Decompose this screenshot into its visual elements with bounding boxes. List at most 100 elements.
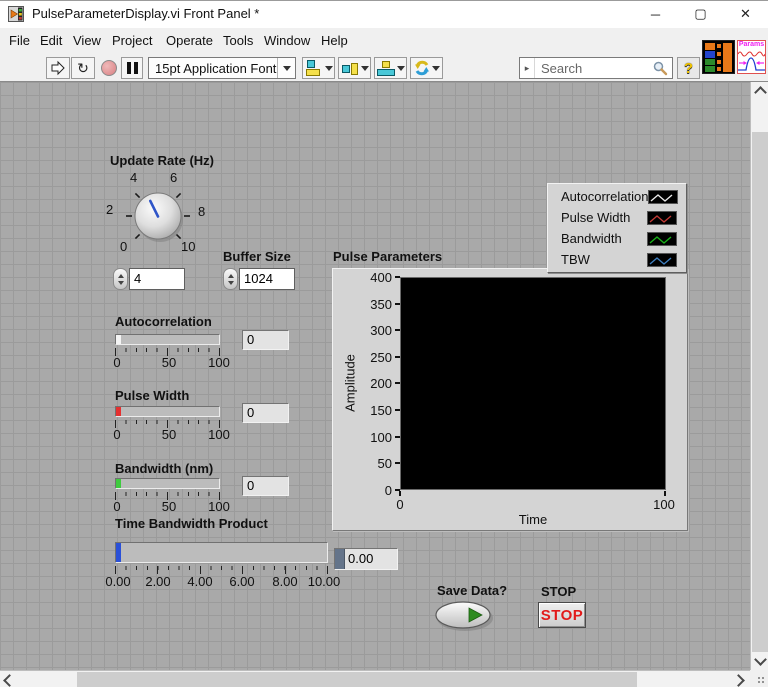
knob-scale-2: 2 — [106, 202, 114, 217]
scale-label: 0.00 — [105, 574, 131, 589]
search-input[interactable]: ▸ Search — [519, 57, 673, 79]
distribute-objects-icon — [341, 60, 359, 76]
legend-label: TBW — [561, 252, 590, 267]
scale-label: 50 — [161, 499, 177, 514]
scale-label: 10.00 — [307, 574, 341, 589]
update-rate-spinner[interactable] — [113, 268, 128, 290]
scroll-right-icon[interactable] — [732, 674, 745, 687]
font-selector-dropdown[interactable] — [277, 58, 295, 78]
scroll-down-icon[interactable] — [754, 653, 767, 666]
help-button[interactable]: ? — [677, 57, 700, 79]
scale-label: 100 — [208, 499, 230, 514]
distribute-objects-button[interactable] — [338, 57, 371, 79]
menu-operate[interactable]: Operate — [166, 28, 213, 54]
legend-sample[interactable] — [648, 189, 679, 204]
x-tick: 100 — [653, 497, 675, 512]
pulse-width-slider[interactable] — [115, 406, 220, 417]
bandwidth-label: Bandwidth (nm) — [115, 461, 214, 476]
decrement-icon[interactable] — [117, 280, 124, 285]
menu-edit[interactable]: Edit — [40, 28, 62, 54]
run-continuously-button[interactable]: ↻ — [71, 57, 95, 79]
y-tick: 0 — [384, 483, 392, 498]
buffer-size-value-field[interactable]: 1024 — [239, 268, 295, 290]
scale-label: 100 — [208, 355, 230, 370]
decrement-icon[interactable] — [227, 280, 234, 285]
buffer-size-spinner[interactable] — [223, 268, 238, 290]
chart-legend: Autocorrelation Pulse Width Bandwidth TB… — [547, 183, 687, 273]
legend-row-pulse-width[interactable]: Pulse Width — [548, 207, 686, 228]
slider-fill — [116, 543, 121, 562]
tbw-indicator: 0.00 — [334, 548, 398, 570]
legend-row-autocorrelation[interactable]: Autocorrelation — [548, 186, 686, 207]
vertical-scrollbar-thumb[interactable] — [752, 132, 768, 652]
scale-label: 0 — [113, 355, 121, 370]
scale-label: 100 — [208, 427, 230, 442]
grip-dots-icon — [757, 676, 765, 684]
scroll-left-icon[interactable] — [3, 674, 16, 687]
save-data-button[interactable] — [430, 596, 498, 636]
tbw-slider[interactable] — [115, 542, 328, 563]
minimize-button[interactable]: ─ — [633, 0, 678, 28]
legend-sample[interactable] — [647, 231, 677, 246]
vertical-scrollbar[interactable] — [750, 82, 768, 670]
slider-fill — [116, 479, 121, 488]
abort-button[interactable] — [98, 57, 120, 79]
x-axis-label: Time — [518, 512, 548, 527]
tbw-indicator-value: 0.00 — [348, 551, 374, 566]
menu-file[interactable]: File — [9, 28, 30, 54]
bandwidth-slider[interactable] — [115, 478, 220, 489]
run-button[interactable] — [46, 57, 70, 79]
menu-window[interactable]: Window — [264, 28, 310, 54]
reorder-button[interactable] — [410, 57, 443, 79]
resize-objects-button[interactable] — [374, 57, 407, 79]
y-tick: 150 — [370, 403, 392, 418]
y-tick: 350 — [370, 297, 392, 312]
horizontal-scrollbar[interactable] — [0, 670, 750, 687]
autocorrelation-label: Autocorrelation — [115, 314, 212, 329]
menu-project[interactable]: Project — [112, 28, 152, 54]
front-panel-grid: Update Rate (Hz) 0 2 4 6 8 10 4 Buffer S… — [0, 82, 750, 670]
maximize-button[interactable]: ▢ — [678, 0, 723, 28]
close-button[interactable]: ✕ — [723, 0, 768, 28]
menu-help[interactable]: Help — [321, 28, 348, 54]
chart-title: Pulse Parameters — [333, 249, 443, 264]
horizontal-scrollbar-thumb[interactable] — [77, 672, 637, 687]
connector-pane-icon[interactable] — [702, 40, 735, 74]
scale-label: 50 — [161, 427, 177, 442]
toolbar: ↻ 15pt Application Font ▸ Search ? — [0, 54, 768, 82]
chevron-down-icon — [282, 65, 291, 71]
vi-icon[interactable]: Params — [737, 40, 766, 74]
increment-icon[interactable] — [117, 273, 124, 278]
legend-sample[interactable] — [647, 210, 677, 225]
scale-label: 50 — [161, 355, 177, 370]
font-selector[interactable]: 15pt Application Font — [148, 57, 296, 79]
search-icon — [653, 61, 668, 76]
vi-icon-label: Params — [738, 41, 765, 48]
slider-fill — [116, 407, 121, 416]
scale-label: 2.00 — [145, 574, 171, 589]
resize-objects-icon — [376, 60, 395, 76]
y-tick: 100 — [370, 430, 392, 445]
buffer-size-label: Buffer Size — [223, 249, 291, 264]
increment-icon[interactable] — [227, 273, 234, 278]
update-rate-value-field[interactable]: 4 — [129, 268, 185, 290]
font-selector-value: 15pt Application Font — [155, 60, 277, 76]
legend-sample[interactable] — [647, 252, 677, 267]
search-scope-icon[interactable]: ▸ — [520, 58, 535, 78]
autocorrelation-indicator: 0 — [242, 330, 289, 350]
resize-grip[interactable] — [750, 670, 768, 687]
tbw-label: Time Bandwidth Product — [115, 516, 268, 531]
stop-button[interactable]: STOP — [538, 602, 586, 628]
menu-tools[interactable]: Tools — [223, 28, 253, 54]
pause-button[interactable] — [121, 57, 143, 79]
update-rate-knob[interactable] — [120, 178, 196, 254]
legend-row-tbw[interactable]: TBW — [548, 249, 686, 270]
knob-scale-8: 8 — [198, 204, 206, 219]
pause-icon — [126, 62, 131, 74]
scroll-up-icon[interactable] — [754, 86, 767, 99]
search-placeholder: Search — [541, 60, 583, 76]
autocorrelation-slider[interactable] — [115, 334, 220, 345]
legend-row-bandwidth[interactable]: Bandwidth — [548, 228, 686, 249]
menu-view[interactable]: View — [73, 28, 101, 54]
align-objects-button[interactable] — [302, 57, 335, 79]
